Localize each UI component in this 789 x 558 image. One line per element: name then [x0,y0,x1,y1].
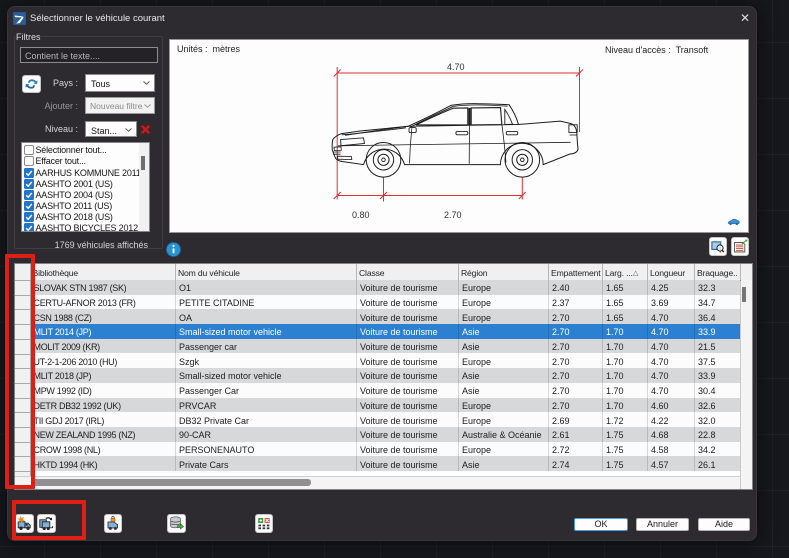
svg-text:4.70: 4.70 [447,62,465,72]
svg-text:2.70: 2.70 [444,210,462,220]
svg-text:0.80: 0.80 [352,210,370,220]
